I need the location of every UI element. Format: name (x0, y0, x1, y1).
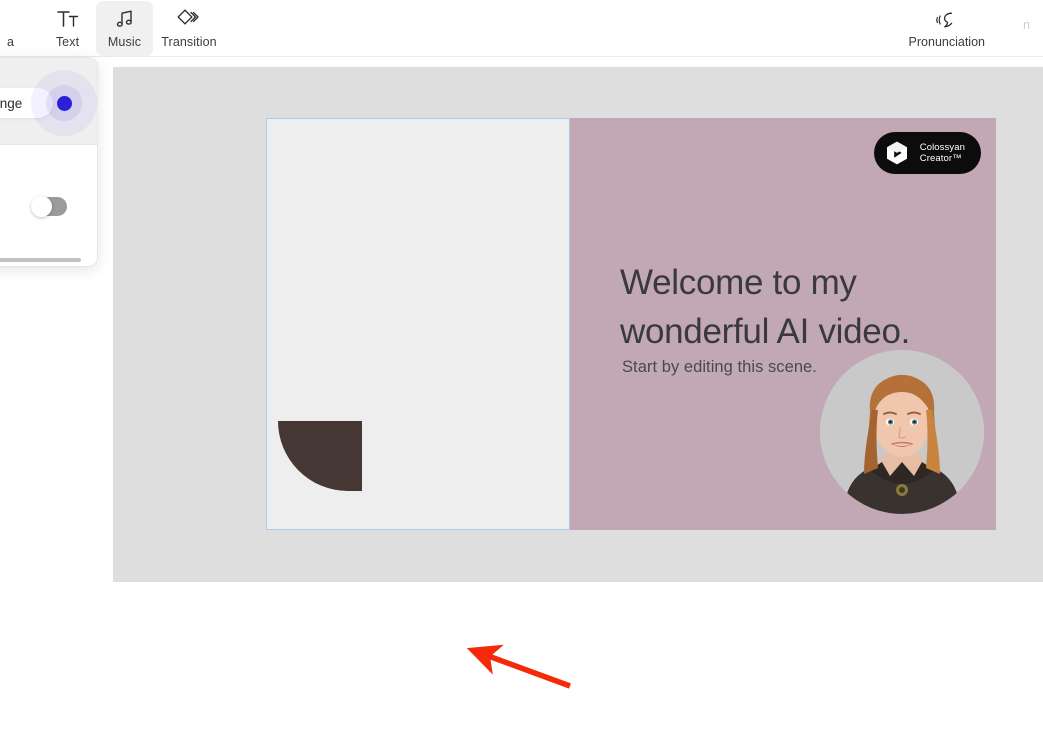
panel-body (0, 145, 97, 266)
slide-left-panel[interactable] (266, 118, 570, 530)
panel-toggle-switch[interactable] (31, 196, 67, 217)
toolbar-item-transition[interactable]: Transition (153, 1, 225, 56)
text-icon (56, 8, 79, 30)
brand-line-2: Creator™ (919, 153, 962, 164)
top-toolbar: a Text Music Transition Pronunciation n (0, 0, 1043, 57)
decorative-quarter-shape (278, 421, 362, 491)
scene-strip: Colossyan Welcome to my wonderful AI vid… (0, 582, 1043, 740)
toolbar-item-music[interactable]: Music (96, 1, 153, 56)
toolbar-item-transition-label: Transition (161, 35, 217, 49)
presenter-avatar[interactable] (820, 350, 984, 514)
slide-headline[interactable]: Welcome to my wonderful AI video. (620, 258, 970, 356)
panel-header: Change (0, 58, 97, 145)
toolbar-item-clipped-label: a (6, 35, 15, 49)
transition-diamond-icon (177, 8, 201, 30)
panel-slider[interactable] (0, 258, 81, 262)
toolbar-edge-clipped-label: n (1023, 18, 1030, 32)
pronunciation-label: Pronunciation (908, 34, 985, 49)
colossyan-brand-badge: Colossyan Creator™ (873, 132, 981, 174)
colossyan-hex-play-icon (882, 138, 912, 168)
toolbar-item-text[interactable]: Text (39, 1, 96, 56)
slide-right-panel[interactable]: Colossyan Creator™ Welcome to my wonderf… (570, 118, 996, 530)
pronunciation-button[interactable]: Pronunciation (901, 1, 993, 56)
toolbar-item-clipped[interactable]: a (0, 1, 39, 56)
toolbar-item-music-label: Music (107, 35, 142, 49)
toolbar-item-text-label: Text (55, 35, 80, 49)
canvas-stage: Colossyan Creator™ Welcome to my wonderf… (113, 67, 1043, 582)
video-editor-app: a Text Music Transition Pronunciation n … (0, 0, 1043, 740)
music-note-icon (115, 8, 135, 30)
toolbar-tool-group: a Text Music Transition (0, 0, 225, 57)
pronunciation-icon (935, 9, 959, 31)
left-settings-panel: Change (0, 57, 98, 267)
cursor-click-indicator (31, 70, 97, 136)
colossyan-brand-text: Colossyan Creator™ (920, 142, 965, 165)
slide-canvas[interactable]: Colossyan Creator™ Welcome to my wonderf… (266, 118, 996, 530)
brand-line-1: Colossyan (919, 141, 965, 153)
